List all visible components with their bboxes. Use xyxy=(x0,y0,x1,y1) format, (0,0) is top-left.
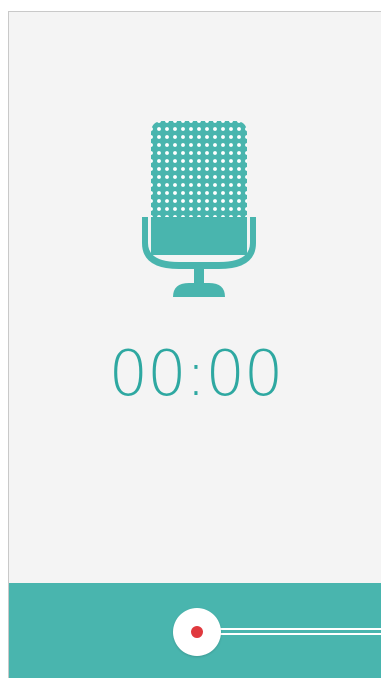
record-slider-track[interactable] xyxy=(205,628,381,635)
recorder-screen: 00:00 xyxy=(8,11,381,678)
recording-controls-bar xyxy=(9,583,381,678)
elapsed-time: 00:00 xyxy=(108,337,284,410)
record-dot-icon xyxy=(191,626,203,638)
record-button[interactable] xyxy=(173,608,221,656)
microphone-icon xyxy=(142,121,256,297)
